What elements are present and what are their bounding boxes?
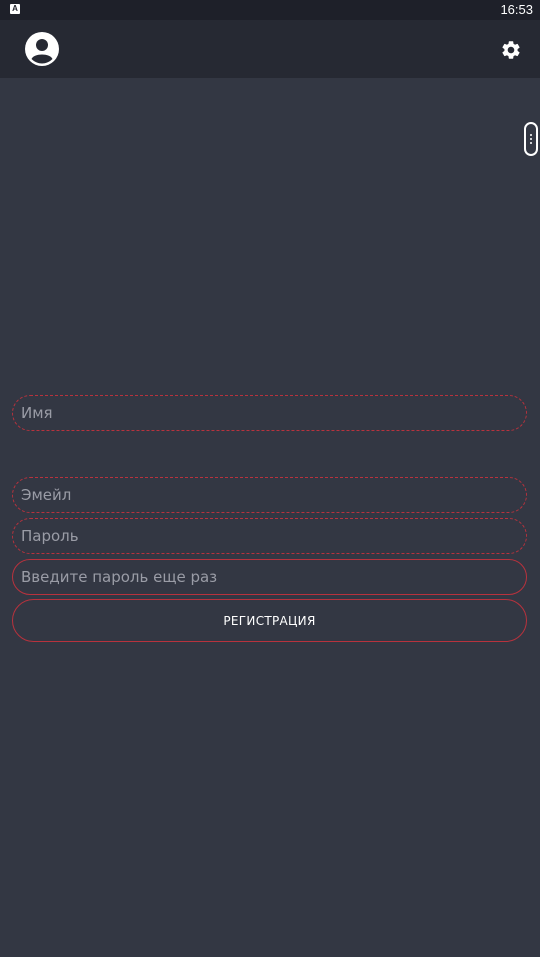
name-input[interactable] (13, 396, 526, 430)
name-field[interactable] (12, 395, 527, 431)
email-field[interactable] (12, 477, 527, 513)
notification-icon: A (10, 4, 20, 14)
email-input[interactable] (13, 478, 526, 512)
register-button[interactable]: РЕГИСТРАЦИЯ (12, 599, 527, 642)
status-time: 16:53 (500, 2, 533, 17)
password-repeat-input[interactable] (13, 560, 526, 594)
app-bar (0, 20, 540, 78)
password-input[interactable] (13, 519, 526, 553)
password-repeat-field[interactable] (12, 559, 527, 595)
gear-icon[interactable] (500, 39, 522, 61)
password-field[interactable] (12, 518, 527, 554)
side-menu-handle-icon[interactable] (524, 122, 538, 156)
account-circle-icon[interactable] (25, 32, 59, 66)
status-bar: A 16:53 (0, 0, 540, 20)
